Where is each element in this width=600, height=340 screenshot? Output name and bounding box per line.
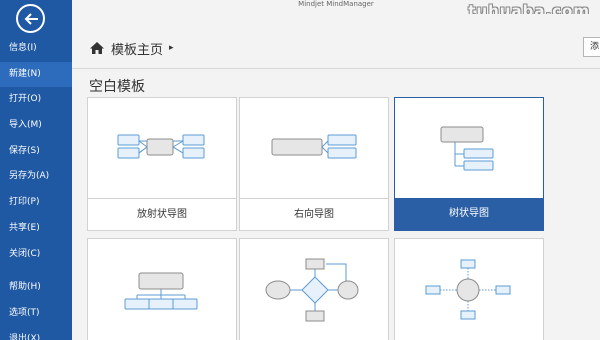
add-button[interactable]: 添 — [583, 37, 600, 57]
menu-item-open[interactable]: 打开(O) — [0, 87, 72, 113]
template-card-org[interactable] — [87, 238, 237, 340]
menu-item-print[interactable]: 打印(P) — [0, 190, 72, 216]
menu-item-info[interactable]: 信息(I) — [0, 36, 72, 62]
sidebar: 信息(I) 新建(N) 打开(O) 导入(M) 保存(S) 另存为(A) 打印(… — [0, 0, 72, 340]
template-label: 树状导图 — [395, 198, 543, 230]
main-panel: 模板主页 ▸ 添 空白模板 放射状导图 右向导图 树状导图 — [72, 14, 600, 340]
menu-item-help[interactable]: 帮助(H) — [0, 275, 72, 301]
menu-item-import[interactable]: 导入(M) — [0, 113, 72, 139]
radial-map-icon — [117, 134, 205, 159]
template-card-right[interactable]: 右向导图 — [239, 97, 389, 231]
sidebar-menu: 信息(I) 新建(N) 打开(O) 导入(M) 保存(S) 另存为(A) 打印(… — [0, 36, 72, 340]
right-map-icon — [271, 134, 357, 159]
template-card-concept[interactable] — [394, 238, 544, 340]
breadcrumb-arrow: ▸ — [169, 43, 174, 53]
arrow-left-icon — [24, 12, 38, 25]
divider — [72, 68, 600, 69]
home-icon[interactable] — [89, 41, 105, 55]
org-chart-icon — [124, 272, 198, 310]
template-label: 放射状导图 — [88, 198, 236, 230]
back-button[interactable] — [16, 4, 45, 33]
breadcrumb-label: 模板主页 — [111, 42, 164, 58]
menu-item-close[interactable]: 关闭(C) — [0, 242, 72, 268]
menu-item-share[interactable]: 共享(E) — [0, 216, 72, 242]
template-label: 右向导图 — [240, 198, 388, 230]
menu-item-save[interactable]: 保存(S) — [0, 139, 72, 165]
template-card-flowchart[interactable] — [239, 238, 389, 340]
template-card-tree[interactable]: 树状导图 — [394, 97, 544, 231]
section-title: 空白模板 — [89, 79, 145, 95]
breadcrumb: 模板主页 ▸ — [89, 38, 174, 58]
concept-map-icon — [425, 259, 511, 320]
menu-item-new[interactable]: 新建(N) — [0, 61, 72, 88]
menu-item-exit[interactable]: 退出(X) — [0, 327, 72, 340]
menu-item-options[interactable]: 选项(T) — [0, 301, 72, 327]
template-card-radial[interactable]: 放射状导图 — [87, 97, 237, 231]
menu-separator — [0, 267, 72, 275]
tree-map-icon — [440, 126, 494, 171]
menu-item-save-as[interactable]: 另存为(A) — [0, 164, 72, 190]
flowchart-icon — [265, 258, 359, 322]
